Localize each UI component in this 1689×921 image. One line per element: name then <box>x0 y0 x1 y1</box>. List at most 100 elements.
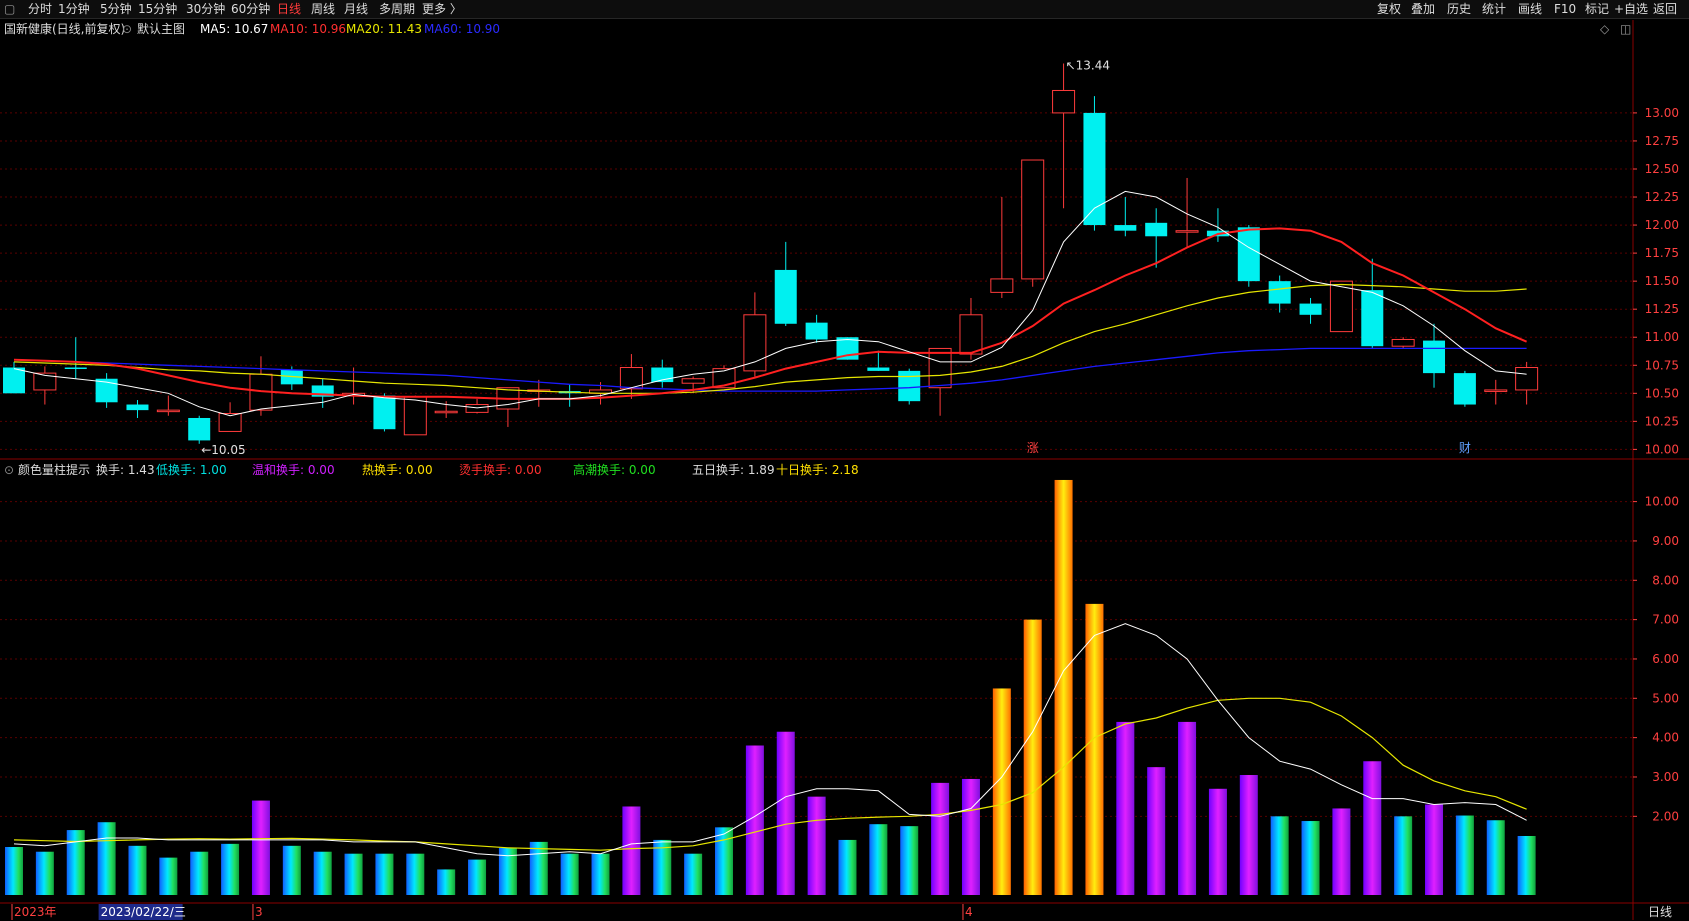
turnover-bar <box>1147 767 1166 895</box>
turnover-tick-label: 4.00 <box>1652 731 1679 745</box>
candle-body-up <box>434 410 458 414</box>
turnover-bar <box>221 843 240 895</box>
turnover-bar <box>468 859 487 895</box>
price-tick-label: 10.50 <box>1645 386 1679 400</box>
turnover-bar <box>35 851 54 895</box>
date-label: 2023年 <box>14 905 57 919</box>
turnover-bar <box>869 824 888 895</box>
candle-body-up <box>1484 389 1508 392</box>
turnover-bar <box>992 688 1011 895</box>
candle-body-up <box>1515 367 1539 391</box>
price-tick-label: 11.00 <box>1645 330 1679 344</box>
turnover-bar <box>807 796 826 895</box>
turnover-ma5-line <box>13 623 1527 857</box>
candle-body-up <box>403 396 427 436</box>
turnover-bar <box>900 826 919 895</box>
candle-body-down <box>774 269 797 324</box>
candle-body-down <box>3 367 25 394</box>
turnover-bar <box>961 778 980 895</box>
turnover-bar <box>1270 816 1289 895</box>
turnover-tick-label: 10.00 <box>1645 495 1679 509</box>
price-tick-label: 13.00 <box>1645 106 1679 120</box>
turnover-tick-label: 8.00 <box>1652 573 1679 587</box>
turnover-bar <box>97 822 116 895</box>
candle-body-down <box>188 417 211 441</box>
turnover-bar <box>1208 788 1227 895</box>
candle-body-up <box>465 404 489 413</box>
turnover-bar <box>437 869 456 895</box>
turnover-bar <box>5 847 23 895</box>
candle-body-up <box>959 314 983 355</box>
ma20-line <box>13 283 1527 394</box>
date-label: 4 <box>965 905 973 919</box>
turnover-tick-label: 5.00 <box>1652 691 1679 705</box>
candle-body-down <box>1299 303 1322 315</box>
candle-body-down <box>1423 340 1446 374</box>
turnover-bar <box>1054 479 1073 895</box>
candle-body-up <box>1329 280 1353 333</box>
turnover-bar <box>1486 820 1505 895</box>
price-tick-label: 11.50 <box>1645 274 1679 288</box>
candle-body-down <box>1114 225 1137 231</box>
price-tick-label: 12.00 <box>1645 218 1679 232</box>
turnover-bar <box>529 841 548 895</box>
price-tick-label: 10.00 <box>1645 442 1679 456</box>
candle-body-down <box>373 395 396 430</box>
price-tick-label: 10.25 <box>1645 414 1679 428</box>
candle-body-down <box>1145 222 1168 237</box>
turnover-bar <box>190 851 209 895</box>
turnover-bar <box>1301 821 1320 895</box>
candle-body-up <box>990 278 1014 293</box>
price-tick-label: 12.50 <box>1645 162 1679 176</box>
turnover-bar <box>1363 761 1382 895</box>
candle-body-down <box>805 322 828 340</box>
date-label: 3 <box>255 905 263 919</box>
turnover-bar <box>159 857 178 895</box>
candle-body-down <box>126 404 149 411</box>
event-marker: 财 <box>1459 441 1471 455</box>
candle-body-down <box>1361 290 1384 347</box>
candle-body-up <box>1021 159 1045 280</box>
turnover-bar <box>66 830 85 895</box>
turnover-bar <box>931 782 950 895</box>
candle-body-down <box>1453 373 1476 405</box>
turnover-bar <box>344 853 363 895</box>
turnover-bar <box>1085 603 1104 895</box>
turnover-bar <box>375 853 394 895</box>
turnover-bar <box>1116 721 1135 895</box>
candle-body-up <box>1052 89 1076 114</box>
candle-body-down <box>1237 227 1260 282</box>
period-label: 日线 <box>1648 905 1672 919</box>
turnover-bar <box>406 853 425 895</box>
turnover-bar <box>1425 804 1444 895</box>
turnover-bar <box>1178 721 1197 895</box>
kline-chart[interactable]: 10.00 10.25 10.50 10.75 11.00 11.25 11.50 11.75… <box>0 0 1689 921</box>
turnover-bar <box>1517 835 1536 895</box>
candle-body-up <box>1175 230 1199 233</box>
turnover-bar <box>1394 816 1413 895</box>
turnover-bar <box>1239 775 1258 895</box>
turnover-bar <box>560 853 579 895</box>
candle-body-up <box>743 314 767 372</box>
price-tick-label: 11.75 <box>1645 246 1679 260</box>
turnover-bar <box>1455 815 1474 895</box>
turnover-bar <box>313 851 332 895</box>
turnover-bar <box>1023 619 1042 895</box>
price-tick-label: 11.25 <box>1645 302 1679 316</box>
low-price-label: ←10.05 <box>201 443 245 457</box>
candle-body-down <box>867 367 890 371</box>
turnover-tick-label: 7.00 <box>1652 613 1679 627</box>
price-tick-label: 10.75 <box>1645 358 1679 372</box>
turnover-bar <box>282 845 301 895</box>
candle-body-down <box>898 370 921 402</box>
turnover-bar <box>591 853 610 895</box>
candle-body-down <box>1268 281 1291 304</box>
event-marker: 涨 <box>1027 440 1039 455</box>
turnover-ma10-line <box>13 697 1527 851</box>
turnover-bar <box>684 853 703 895</box>
candle-body-up <box>1391 338 1415 347</box>
candle-body-up <box>156 409 180 413</box>
turnover-bar <box>715 827 734 895</box>
date-cursor-label: 2023/02/22/三 <box>101 905 186 919</box>
turnover-bar <box>838 839 857 895</box>
